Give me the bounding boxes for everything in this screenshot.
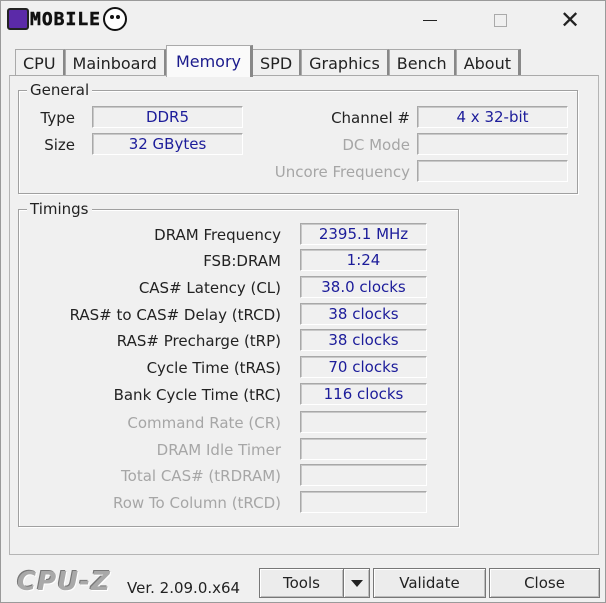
tab-about[interactable]: About [455,49,522,77]
timing-value-trcd: 38 clocks [300,303,427,325]
tab-mainboard[interactable]: Mainboard [64,49,167,77]
close-icon: ✕ [559,6,581,34]
timing-label-trc: Bank Cycle Time (tRC) [113,386,281,404]
memory-panel: General Type DDR5 Size 32 GBytes Channel… [9,75,599,555]
cpuz-window: MOBILE ✕ CPU Mainboard Memory SPD Graphi… [0,0,606,603]
minimize-button[interactable] [395,1,465,39]
channel-label: Channel # [331,109,410,127]
window-close-button[interactable]: ✕ [535,1,605,39]
close-button[interactable]: Close [489,568,600,598]
timing-label-total-cas: Total CAS# (tRDRAM) [121,467,281,485]
maximize-icon [493,13,507,27]
version-label: Ver. 2.09.0.x64 [127,579,241,597]
timing-value-trp: 38 clocks [300,329,427,351]
timings-group-title: Timings [27,200,92,218]
timings-group: Timings DRAM Frequency 2395.1 MHz FSB:DR… [18,200,459,527]
uncore-frequency-value [417,160,568,182]
timing-value-row-to-column [300,491,427,513]
timing-value-dram-frequency: 2395.1 MHz [300,223,427,245]
timing-value-command-rate [300,411,427,433]
logo-wordmark: MOBILE [30,8,102,30]
timing-value-fsb-dram: 1:24 [300,249,427,271]
timing-label-dram-frequency: DRAM Frequency [154,226,281,244]
tab-graphics[interactable]: Graphics [301,49,390,77]
timing-value-trc: 116 clocks [300,383,427,405]
tab-cpu[interactable]: CPU [15,49,66,77]
timing-value-tras: 70 clocks [300,356,427,378]
validate-button[interactable]: Validate [373,568,486,598]
logo-face-icon [103,7,128,31]
size-value: 32 GBytes [92,133,243,155]
timing-label-command-rate: Command Rate (CR) [127,414,281,432]
uncore-frequency-label: Uncore Frequency [274,163,410,181]
timing-label-trp: RAS# Precharge (tRP) [116,332,281,350]
maximize-button[interactable] [465,1,535,39]
app-logo: MOBILE [7,7,128,31]
timing-value-total-cas [300,464,427,486]
type-value: DDR5 [92,106,243,128]
logo-badge-icon [7,8,29,30]
timing-label-fsb-dram: FSB:DRAM [203,252,281,270]
chevron-down-icon [350,579,363,587]
timing-value-dram-idle-timer [300,438,427,460]
channel-value: 4 x 32-bit [417,106,568,128]
dc-mode-value [417,133,568,155]
tab-spd[interactable]: SPD [252,49,303,77]
timing-label-dram-idle-timer: DRAM Idle Timer [156,441,281,459]
tools-dropdown-button[interactable] [343,568,370,598]
tab-bench[interactable]: Bench [388,49,457,77]
timing-value-cas-latency: 38.0 clocks [300,276,427,298]
timing-label-tras: Cycle Time (tRAS) [146,359,281,377]
tab-memory[interactable]: Memory [165,45,254,77]
title-bar[interactable]: MOBILE ✕ [1,1,605,39]
tab-bar: CPU Mainboard Memory SPD Graphics Bench … [15,45,522,77]
timing-label-row-to-column: Row To Column (tRCD) [112,494,281,512]
cpuz-brand-logo: CPU-Z [17,567,111,597]
minimize-icon [423,19,437,21]
size-label: Size [44,136,75,154]
timing-label-cas-latency: CAS# Latency (CL) [138,279,281,297]
type-label: Type [40,109,75,127]
dc-mode-label: DC Mode [342,136,410,154]
timing-label-trcd: RAS# to CAS# Delay (tRCD) [69,306,281,324]
tools-button[interactable]: Tools [259,568,344,598]
general-group: General Type DDR5 Size 32 GBytes Channel… [18,81,578,194]
general-group-title: General [27,81,93,99]
